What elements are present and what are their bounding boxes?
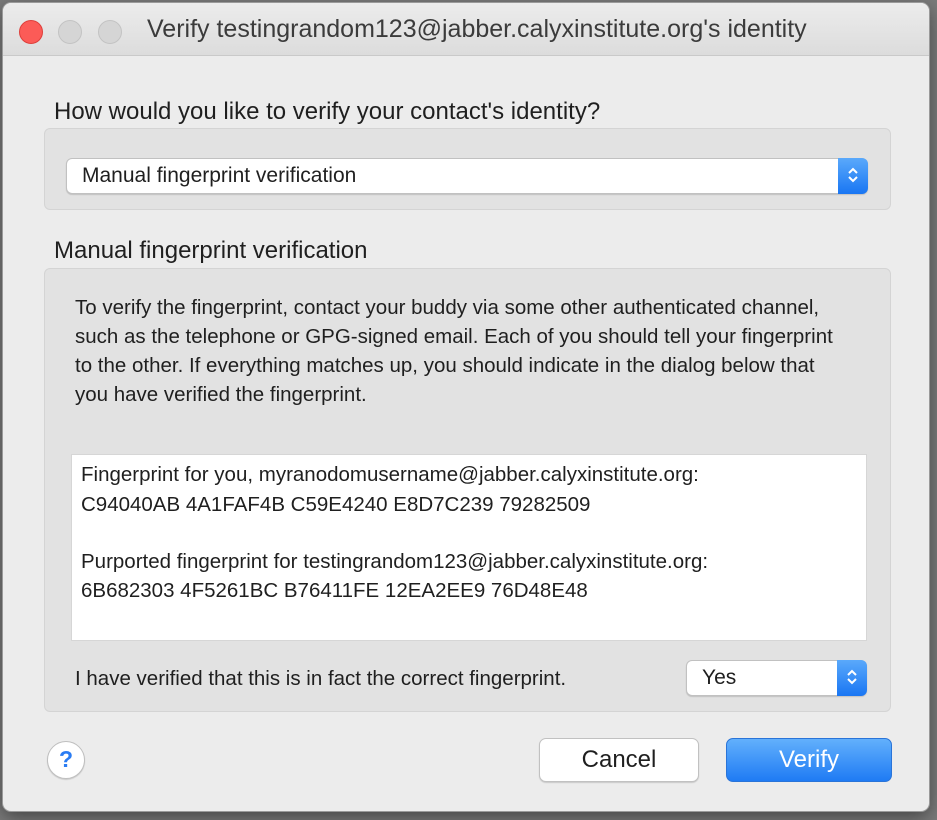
instructions-text: To verify the fingerprint, contact your … <box>75 296 833 406</box>
fingerprint-text-area: Fingerprint for you, myranodomusername@j… <box>71 454 867 641</box>
buddy-fingerprint-label: Purported fingerprint for testingrandom1… <box>81 550 709 573</box>
method-heading: How would you like to verify your contac… <box>54 98 601 125</box>
verified-select-value: Yes <box>702 666 737 689</box>
title-bar: Verify testingrandom123@jabber.calyxinst… <box>3 3 929 56</box>
verification-method-select[interactable]: Manual fingerprint verification <box>66 158 868 194</box>
zoom-window-button[interactable] <box>98 20 122 44</box>
select-stepper-icon <box>837 660 867 696</box>
method-group: Manual fingerprint verification <box>44 128 891 210</box>
verified-confirmation-label: I have verified that this is in fact the… <box>75 667 567 690</box>
minimize-window-button[interactable] <box>58 20 82 44</box>
manual-heading: Manual fingerprint verification <box>54 237 368 264</box>
close-window-button[interactable] <box>19 20 43 44</box>
help-icon: ? <box>58 746 74 772</box>
verify-button[interactable]: Verify <box>726 738 892 782</box>
window-title: Verify testingrandom123@jabber.calyxinst… <box>147 15 807 43</box>
own-fingerprint-label: Fingerprint for you, myranodomusername@j… <box>81 463 699 486</box>
help-button[interactable]: ? <box>47 741 85 779</box>
verified-select[interactable]: Yes <box>686 660 867 696</box>
select-stepper-icon <box>838 158 868 194</box>
verify-identity-dialog: Verify testingrandom123@jabber.calyxinst… <box>3 3 929 811</box>
cancel-button[interactable]: Cancel <box>539 738 699 782</box>
own-fingerprint-value: C94040AB 4A1FAF4B C59E4240 E8D7C239 7928… <box>81 493 591 516</box>
verification-method-value: Manual fingerprint verification <box>82 164 357 187</box>
buddy-fingerprint-value: 6B682303 4F5261BC B76411FE 12EA2EE9 76D4… <box>81 579 588 602</box>
